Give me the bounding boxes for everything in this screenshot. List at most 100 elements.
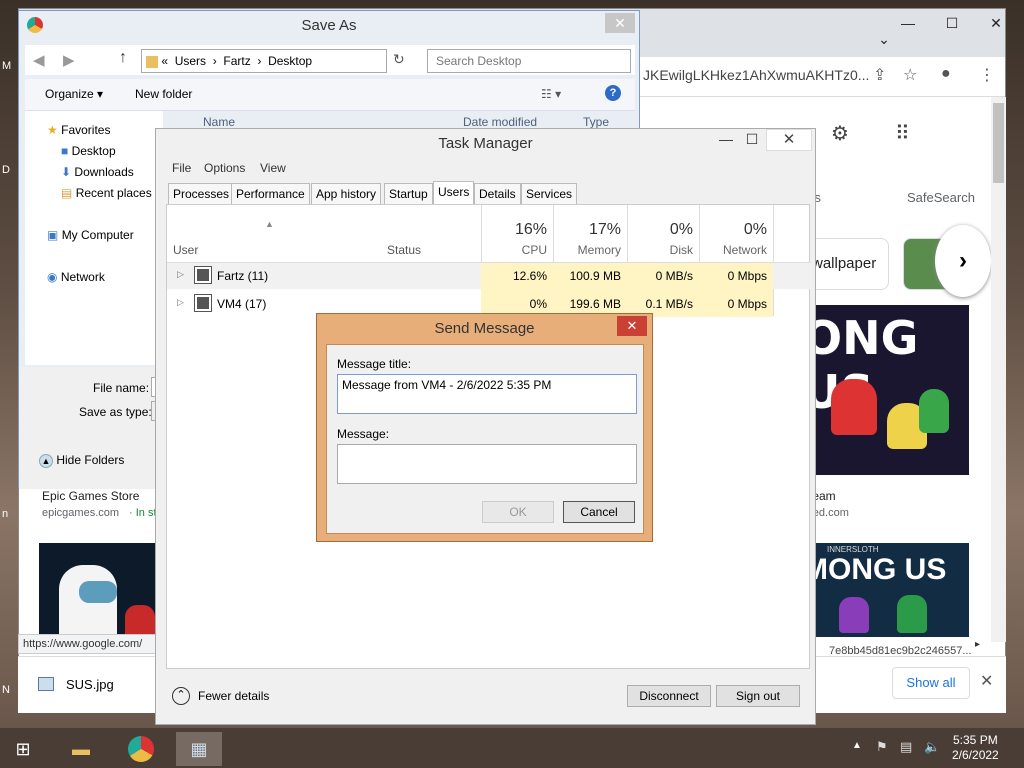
taskbar-clock[interactable]: 5:35 PM 2/6/2022 xyxy=(952,733,999,763)
breadcrumb-users[interactable]: Users xyxy=(175,54,206,68)
file-explorer-icon[interactable]: ▬ xyxy=(58,732,104,766)
organize-button[interactable]: Organize ▾ xyxy=(45,87,103,101)
breadcrumb-desktop[interactable]: Desktop xyxy=(268,54,312,68)
view-options-icon[interactable]: ☷ ▾ xyxy=(541,87,561,101)
header-disk[interactable]: Disk xyxy=(633,243,693,257)
chrome-taskbar-icon[interactable] xyxy=(118,732,164,766)
url-text[interactable]: JKEwilgLKHkez1AhXwmuAKHTz0... xyxy=(643,67,873,83)
help-icon[interactable]: ? xyxy=(605,85,621,101)
breadcrumb-overflow[interactable]: « xyxy=(161,54,168,68)
message-input[interactable] xyxy=(337,444,637,484)
refresh-icon[interactable]: ↻ xyxy=(393,51,405,68)
header-user[interactable]: User xyxy=(173,243,198,257)
user-name[interactable]: VM4 (17) xyxy=(217,297,266,311)
show-all-button[interactable]: Show all xyxy=(892,667,970,699)
tab-performance[interactable]: Performance xyxy=(231,183,310,205)
desktop-icon-label[interactable]: N xyxy=(2,684,10,696)
volume-icon[interactable]: 🔈 xyxy=(924,739,940,755)
up-arrow-icon[interactable]: ↑ xyxy=(119,49,127,67)
close-button[interactable]: ✕ xyxy=(617,316,647,336)
header-cpu[interactable]: CPU xyxy=(487,243,547,257)
kebab-menu-icon[interactable]: ⋮ xyxy=(979,65,995,85)
nav-network[interactable]: ◉ Network xyxy=(47,270,105,284)
sign-out-button[interactable]: Sign out xyxy=(716,685,800,707)
result-image[interactable] xyxy=(39,543,157,643)
task-manager-taskbar-icon[interactable]: ▦ xyxy=(176,732,222,766)
column-date-modified[interactable]: Date modified xyxy=(463,115,537,129)
tab-safesearch[interactable]: SafeSearch xyxy=(907,190,975,205)
maximize-button[interactable]: ☐ xyxy=(740,131,764,148)
tab-app-history[interactable]: App history xyxy=(311,183,382,205)
close-icon[interactable]: ✕ xyxy=(980,671,993,691)
column-type[interactable]: Type xyxy=(583,115,609,129)
header-cpu-percent[interactable]: 16% xyxy=(487,221,547,239)
header-network[interactable]: Network xyxy=(705,243,767,257)
nav-favorites[interactable]: ★ Favorites xyxy=(47,123,110,137)
breadcrumb-fartz[interactable]: Fartz xyxy=(223,54,250,68)
hide-folders-button[interactable]: ▲ Hide Folders xyxy=(39,453,124,468)
tab-startup[interactable]: Startup xyxy=(384,183,433,205)
header-network-percent[interactable]: 0% xyxy=(705,221,767,239)
windows-start-icon[interactable]: ⊞ xyxy=(0,732,46,766)
share-icon[interactable]: ⇪ xyxy=(873,65,886,85)
maximize-button[interactable]: ☐ xyxy=(929,11,975,35)
desktop-icon-label[interactable]: M xyxy=(2,60,11,72)
apps-grid-icon[interactable]: ⠿ xyxy=(895,121,910,146)
tab-services[interactable]: Services xyxy=(521,183,578,205)
star-icon[interactable]: ☆ xyxy=(903,65,917,85)
action-center-icon[interactable]: ⚑ xyxy=(876,739,888,755)
search-input[interactable]: Search Desktop xyxy=(427,49,631,73)
computer-icon: ▣ xyxy=(47,228,59,242)
scroll-right-icon[interactable]: ▸ xyxy=(975,639,980,650)
header-memory-percent[interactable]: 17% xyxy=(559,221,621,239)
cancel-button[interactable]: Cancel xyxy=(563,501,635,523)
desktop-icon-label[interactable]: D xyxy=(2,164,10,176)
page-scrollbar[interactable] xyxy=(991,97,1006,642)
new-folder-button[interactable]: New folder xyxy=(135,87,192,101)
breadcrumb-separator[interactable]: › xyxy=(257,54,261,68)
result-title[interactable]: Epic Games Store xyxy=(42,489,139,503)
breadcrumb[interactable]: « Users › Fartz › Desktop xyxy=(141,49,387,73)
nav-downloads[interactable]: ⬇ Downloads xyxy=(61,165,134,179)
forward-arrow-icon[interactable]: ▶ xyxy=(63,51,75,69)
close-button[interactable]: ✕ xyxy=(766,129,812,151)
message-title-label: Message title: xyxy=(337,357,412,371)
result-image[interactable]: ONG US xyxy=(801,305,969,475)
fewer-details-button[interactable]: Fewer details xyxy=(198,689,269,703)
tab-users[interactable]: Users xyxy=(433,181,475,205)
expand-arrow-icon[interactable]: ▷ xyxy=(177,269,184,280)
breadcrumb-separator[interactable]: › xyxy=(213,54,217,68)
menu-file[interactable]: File xyxy=(172,161,191,175)
minimize-button[interactable]: — xyxy=(885,11,931,35)
tab-details[interactable]: Details xyxy=(474,183,521,205)
result-domain[interactable]: epicgames.com xyxy=(42,507,119,519)
tab-processes[interactable]: Processes xyxy=(168,183,235,205)
chevron-right-icon[interactable]: › xyxy=(935,225,991,297)
header-disk-percent[interactable]: 0% xyxy=(633,221,693,239)
result-image[interactable]: INNERSLOTH MONG US xyxy=(801,543,969,637)
minimize-button[interactable]: — xyxy=(714,131,738,147)
tray-overflow-icon[interactable]: ▲ xyxy=(852,740,862,751)
message-title-input[interactable]: Message from VM4 - 2/6/2022 5:35 PM xyxy=(337,374,637,414)
close-button[interactable]: ✕ xyxy=(973,11,1019,35)
user-name[interactable]: Fartz (11) xyxy=(217,269,268,283)
network-tray-icon[interactable]: ▤ xyxy=(900,739,912,755)
lens-icon[interactable]: ⚙ xyxy=(831,121,849,146)
disconnect-button[interactable]: Disconnect xyxy=(627,685,711,707)
nav-desktop[interactable]: ■ Desktop xyxy=(61,144,116,158)
download-filename[interactable]: SUS.jpg xyxy=(66,677,114,692)
nav-recent-places[interactable]: ▤ Recent places xyxy=(61,186,152,200)
ok-button[interactable]: OK xyxy=(482,501,554,523)
menu-options[interactable]: Options xyxy=(204,161,245,175)
header-status[interactable]: Status xyxy=(387,243,421,257)
profile-icon[interactable]: ● xyxy=(941,65,951,83)
expand-arrow-icon[interactable]: ▷ xyxy=(177,297,184,308)
back-arrow-icon[interactable]: ◀ xyxy=(33,51,45,69)
close-button[interactable]: ✕ xyxy=(605,13,635,33)
menu-view[interactable]: View xyxy=(260,161,286,175)
column-name[interactable]: Name xyxy=(203,115,235,129)
header-memory[interactable]: Memory xyxy=(559,243,621,257)
desktop-icon-label[interactable]: n xyxy=(2,508,8,520)
chevron-up-icon[interactable]: ⌃ xyxy=(172,687,190,705)
nav-my-computer[interactable]: ▣ My Computer xyxy=(47,228,134,242)
